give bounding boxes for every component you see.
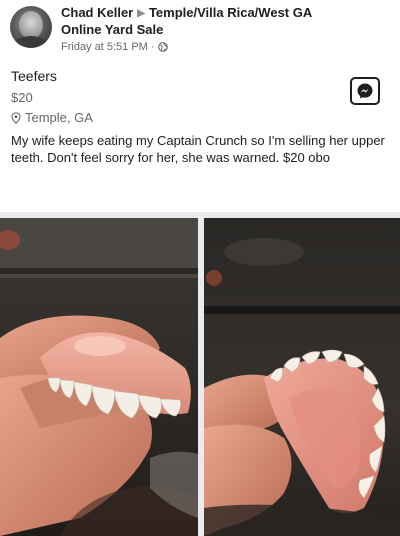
arrow-right-icon: ▶	[137, 8, 145, 19]
messenger-icon	[357, 83, 373, 99]
location-pin-icon	[11, 112, 21, 124]
author-name[interactable]: Chad Keller	[61, 5, 133, 20]
avatar-face	[19, 11, 43, 39]
group-name-continued[interactable]: Online Yard Sale	[61, 22, 163, 38]
author-group-line: Chad Keller ▶ Temple/Villa Rica/West GA	[61, 5, 391, 22]
photo-dentures-inside[interactable]	[204, 218, 400, 536]
post-meta: Friday at 5:51 PM ·	[61, 40, 168, 54]
meta-separator: ·	[150, 41, 155, 53]
listing-title: Teefers	[11, 68, 57, 84]
message-seller-button[interactable]	[350, 77, 380, 105]
globe-icon	[157, 42, 168, 52]
listing-photos	[0, 212, 400, 536]
listing-location: Temple, GA	[11, 110, 93, 126]
post-header: Chad Keller ▶ Temple/Villa Rica/West GA On…	[0, 0, 400, 60]
location-text: Temple, GA	[25, 110, 93, 125]
group-name[interactable]: Temple/Villa Rica/West GA	[149, 5, 312, 20]
listing-description: My wife keeps eating my Captain Crunch s…	[11, 133, 385, 165]
listing-price: $20	[11, 90, 33, 105]
photo-dentures-front[interactable]	[0, 218, 198, 536]
avatar[interactable]	[10, 6, 52, 48]
timestamp[interactable]: Friday at 5:51 PM	[61, 40, 148, 54]
avatar-shoulders	[12, 36, 50, 48]
